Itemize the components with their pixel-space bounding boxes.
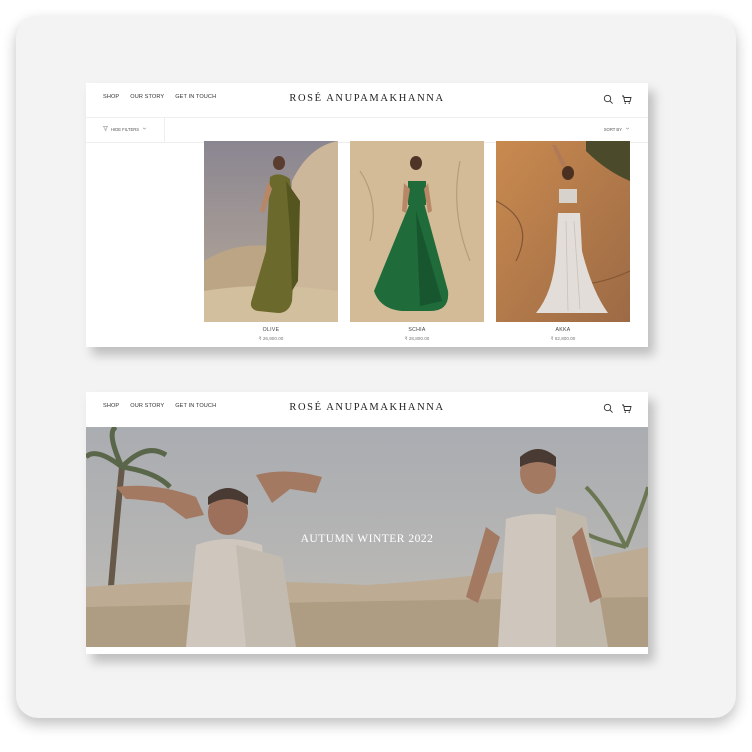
sort-by-dropdown[interactable]: SORT BY xyxy=(604,126,630,132)
chevron-down-icon xyxy=(625,126,630,132)
product-image-akka[interactable] xyxy=(496,141,630,322)
filter-icon xyxy=(102,126,109,132)
brand-logo[interactable]: ROSÉ ANUPAMAKHANNA xyxy=(86,93,648,104)
hide-filters-label: HIDE FILTERS xyxy=(111,126,140,132)
product-price: ₹ 28,800.00 xyxy=(404,336,430,341)
search-icon[interactable] xyxy=(603,401,614,413)
homepage-screenshot: SHOP OUR STORY GET IN TOUCH ROSÉ ANUPAMA… xyxy=(86,392,648,654)
search-icon[interactable] xyxy=(603,92,614,104)
product-price: ₹ 26,900.00 xyxy=(258,336,284,341)
product-name[interactable]: SCHIA xyxy=(350,327,484,333)
product-image-olive[interactable] xyxy=(204,141,338,322)
product-image-schia[interactable] xyxy=(350,141,484,322)
product-card[interactable]: SCHIA ₹ 28,800.00 xyxy=(350,141,484,342)
product-listing-screenshot: SHOP OUR STORY GET IN TOUCH ROSÉ ANUPAMA… xyxy=(86,83,648,347)
site-header: SHOP OUR STORY GET IN TOUCH ROSÉ ANUPAMA… xyxy=(86,392,648,424)
product-card[interactable]: AKKA ₹ 62,800.00 xyxy=(496,141,630,342)
site-header: SHOP OUR STORY GET IN TOUCH ROSÉ ANUPAMA… xyxy=(86,83,648,115)
product-name[interactable]: OLIVE xyxy=(204,327,338,333)
chevron-down-icon xyxy=(142,126,147,132)
filter-bar: HIDE FILTERS SORT BY xyxy=(86,117,648,143)
product-name[interactable]: AKKA xyxy=(496,327,630,333)
sort-by-label: SORT BY xyxy=(603,126,622,132)
product-card[interactable]: OLIVE ₹ 26,900.00 xyxy=(204,141,338,342)
hide-filters-toggle[interactable]: HIDE FILTERS xyxy=(102,126,147,132)
product-price: ₹ 62,800.00 xyxy=(550,336,576,341)
brand-logo[interactable]: ROSÉ ANUPAMAKHANNA xyxy=(86,402,648,413)
cart-icon[interactable] xyxy=(621,401,632,413)
hero-title: AUTUMN WINTER 2022 xyxy=(300,533,434,545)
hero-banner[interactable]: AUTUMN WINTER 2022 xyxy=(86,427,648,647)
cart-icon[interactable] xyxy=(621,92,632,104)
